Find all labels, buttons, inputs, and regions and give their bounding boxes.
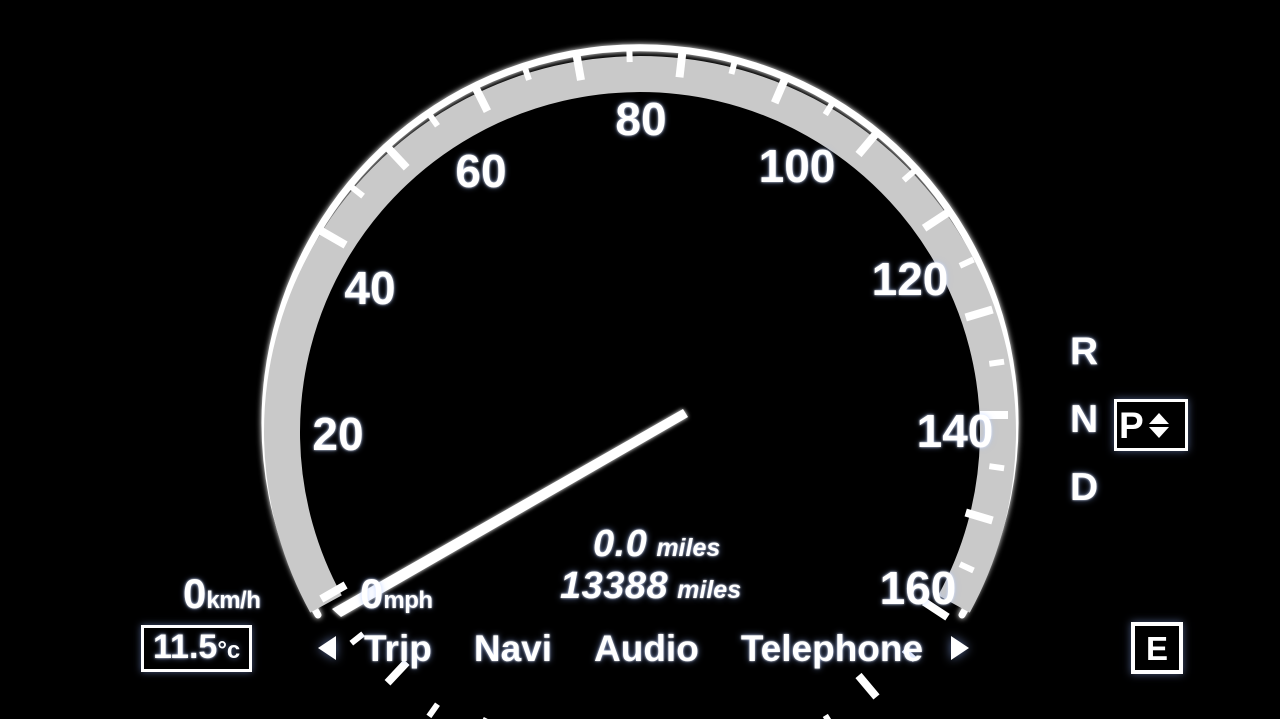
gear-stepper[interactable] <box>1148 412 1169 438</box>
outside-temperature-display: 11.5°c <box>141 625 253 672</box>
speed-kmh-unit: km/h <box>206 587 261 614</box>
speed-mph-unit: mph <box>383 587 433 614</box>
scale-label-140: 140 <box>916 405 994 457</box>
scale-label-100: 100 <box>758 140 836 192</box>
gear-position-d: D <box>1070 466 1099 509</box>
scale-label-20: 20 <box>312 408 364 460</box>
speed-mph-value: 0 <box>360 570 384 617</box>
gear-position-n: N <box>1070 398 1099 441</box>
fuel-empty-indicator: E <box>1131 622 1183 674</box>
gear-position-list: R N D <box>1070 332 1110 536</box>
menu-item-trip[interactable]: Trip <box>364 630 432 667</box>
chevron-down-icon[interactable] <box>1148 426 1169 438</box>
scale-label-40: 40 <box>344 262 396 314</box>
menu-next-arrow-icon[interactable] <box>951 636 970 660</box>
fuel-empty-label: E <box>1145 629 1168 667</box>
menu-item-navi[interactable]: Navi <box>474 630 552 667</box>
speed-kmh-readout: 0km/h <box>183 570 261 618</box>
chevron-up-icon[interactable] <box>1148 412 1169 424</box>
odometer-unit: miles <box>677 576 742 604</box>
trip-odometer-block: 0.0 miles 13388 miles <box>560 523 860 607</box>
trip-unit: miles <box>656 534 721 562</box>
speed-kmh-value: 0 <box>183 570 207 617</box>
scale-label-60: 60 <box>455 145 507 197</box>
trip-value: 0.0 <box>593 523 648 565</box>
menu-item-telephone[interactable]: Telephone <box>741 630 923 667</box>
menu-prev-arrow-icon[interactable] <box>318 636 336 660</box>
scale-label-120: 120 <box>871 253 949 305</box>
trip-row: 0.0 miles <box>560 523 860 565</box>
scale-label-80: 80 <box>615 93 667 145</box>
selected-gear-value: P <box>1119 404 1144 446</box>
bottom-menu-bar: Trip Navi Audio Telephone <box>318 622 970 674</box>
menu-item-audio[interactable]: Audio <box>594 630 699 667</box>
temperature-unit: °c <box>217 637 241 664</box>
scale-label-160: 160 <box>879 562 957 614</box>
odometer-row: 13388 miles <box>560 565 860 607</box>
selected-gear-indicator: P <box>1114 399 1188 451</box>
instrument-cluster: 20 40 60 80 100 120 140 160 0km/h 0mph 0… <box>0 0 1280 719</box>
odometer-value: 13388 <box>560 565 669 607</box>
temperature-value: 11.5 <box>153 628 218 666</box>
gear-position-r: R <box>1070 330 1099 373</box>
speed-mph-readout: 0mph <box>360 570 433 618</box>
